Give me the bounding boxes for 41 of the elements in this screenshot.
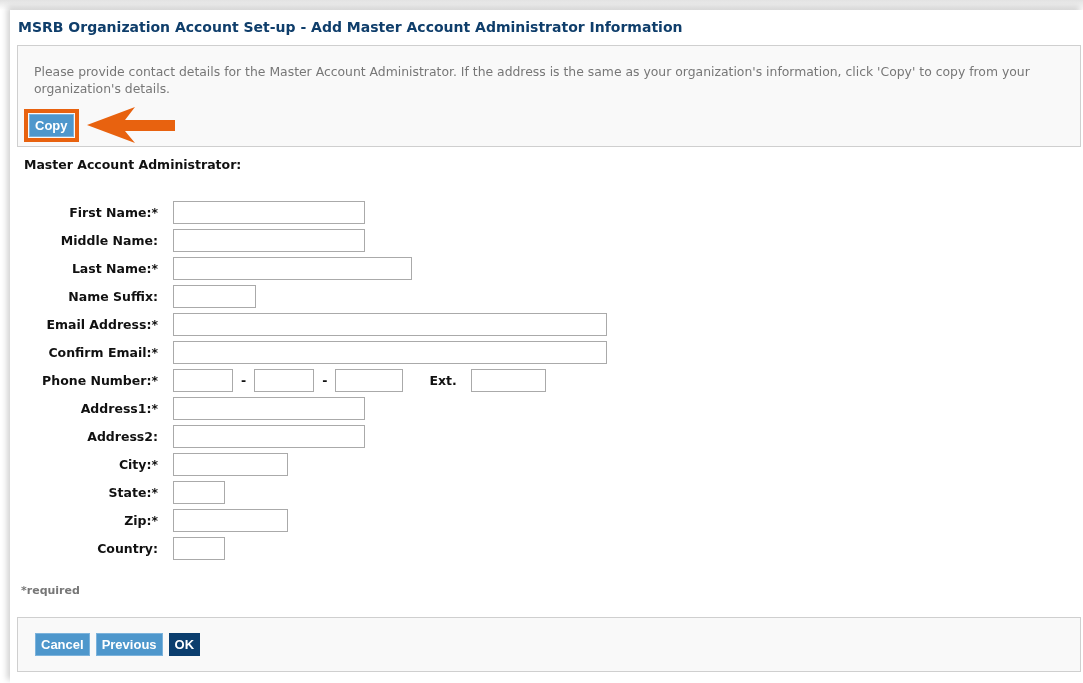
action-button[interactable]: Previous	[95, 633, 163, 656]
field-label: Address1:*	[79, 401, 158, 416]
page-title: MSRB Organization Account Set-up - Add Master Account Administrator Information	[18, 18, 684, 36]
field-label: First Name:*	[68, 205, 158, 220]
field-label: Ext.	[429, 373, 457, 388]
field-label: State:*	[107, 485, 158, 500]
input-field[interactable]	[470, 369, 546, 392]
input-field[interactable]	[173, 397, 365, 420]
input-field[interactable]	[173, 425, 365, 448]
input-field[interactable]	[173, 285, 256, 308]
copy-button[interactable]: Copy	[29, 113, 74, 137]
field-label: Middle Name:	[59, 233, 158, 248]
separator-text: -	[241, 373, 247, 388]
field-label: Confirm Email:*	[47, 345, 158, 360]
action-button[interactable]: Cancel	[35, 633, 90, 656]
input-field[interactable]	[173, 313, 607, 336]
arrow-icon	[86, 107, 175, 143]
input-field[interactable]	[173, 229, 365, 252]
input-field[interactable]	[173, 537, 225, 560]
input-field[interactable]	[173, 481, 225, 504]
input-field[interactable]	[335, 369, 404, 392]
field-label: Email Address:*	[45, 317, 158, 332]
field-label: Country:	[96, 541, 158, 556]
field-label: Name Suffix:	[67, 289, 158, 304]
field-label: City:*	[117, 457, 158, 472]
separator-text: -	[322, 373, 328, 388]
field-label: Last Name:*	[70, 261, 158, 276]
input-field[interactable]	[173, 509, 288, 532]
instructions-text: Please provide contact details for the Master Account Administrator. If the address is the same as your organization's information, click 'Copy' to copy from your organization's details.	[34, 63, 1031, 97]
field-label: Zip:*	[123, 513, 158, 528]
input-field[interactable]	[173, 257, 412, 280]
input-field[interactable]	[173, 341, 607, 364]
input-field[interactable]	[173, 453, 288, 476]
input-field[interactable]	[254, 369, 315, 392]
section-title: Master Account Administrator:	[24, 157, 243, 172]
field-label: Address2:	[86, 429, 158, 444]
field-label: Phone Number:*	[41, 373, 158, 388]
input-field[interactable]	[173, 369, 233, 392]
input-field[interactable]	[173, 201, 365, 224]
action-button[interactable]: OK	[168, 633, 201, 656]
required-note: *required	[21, 584, 81, 597]
